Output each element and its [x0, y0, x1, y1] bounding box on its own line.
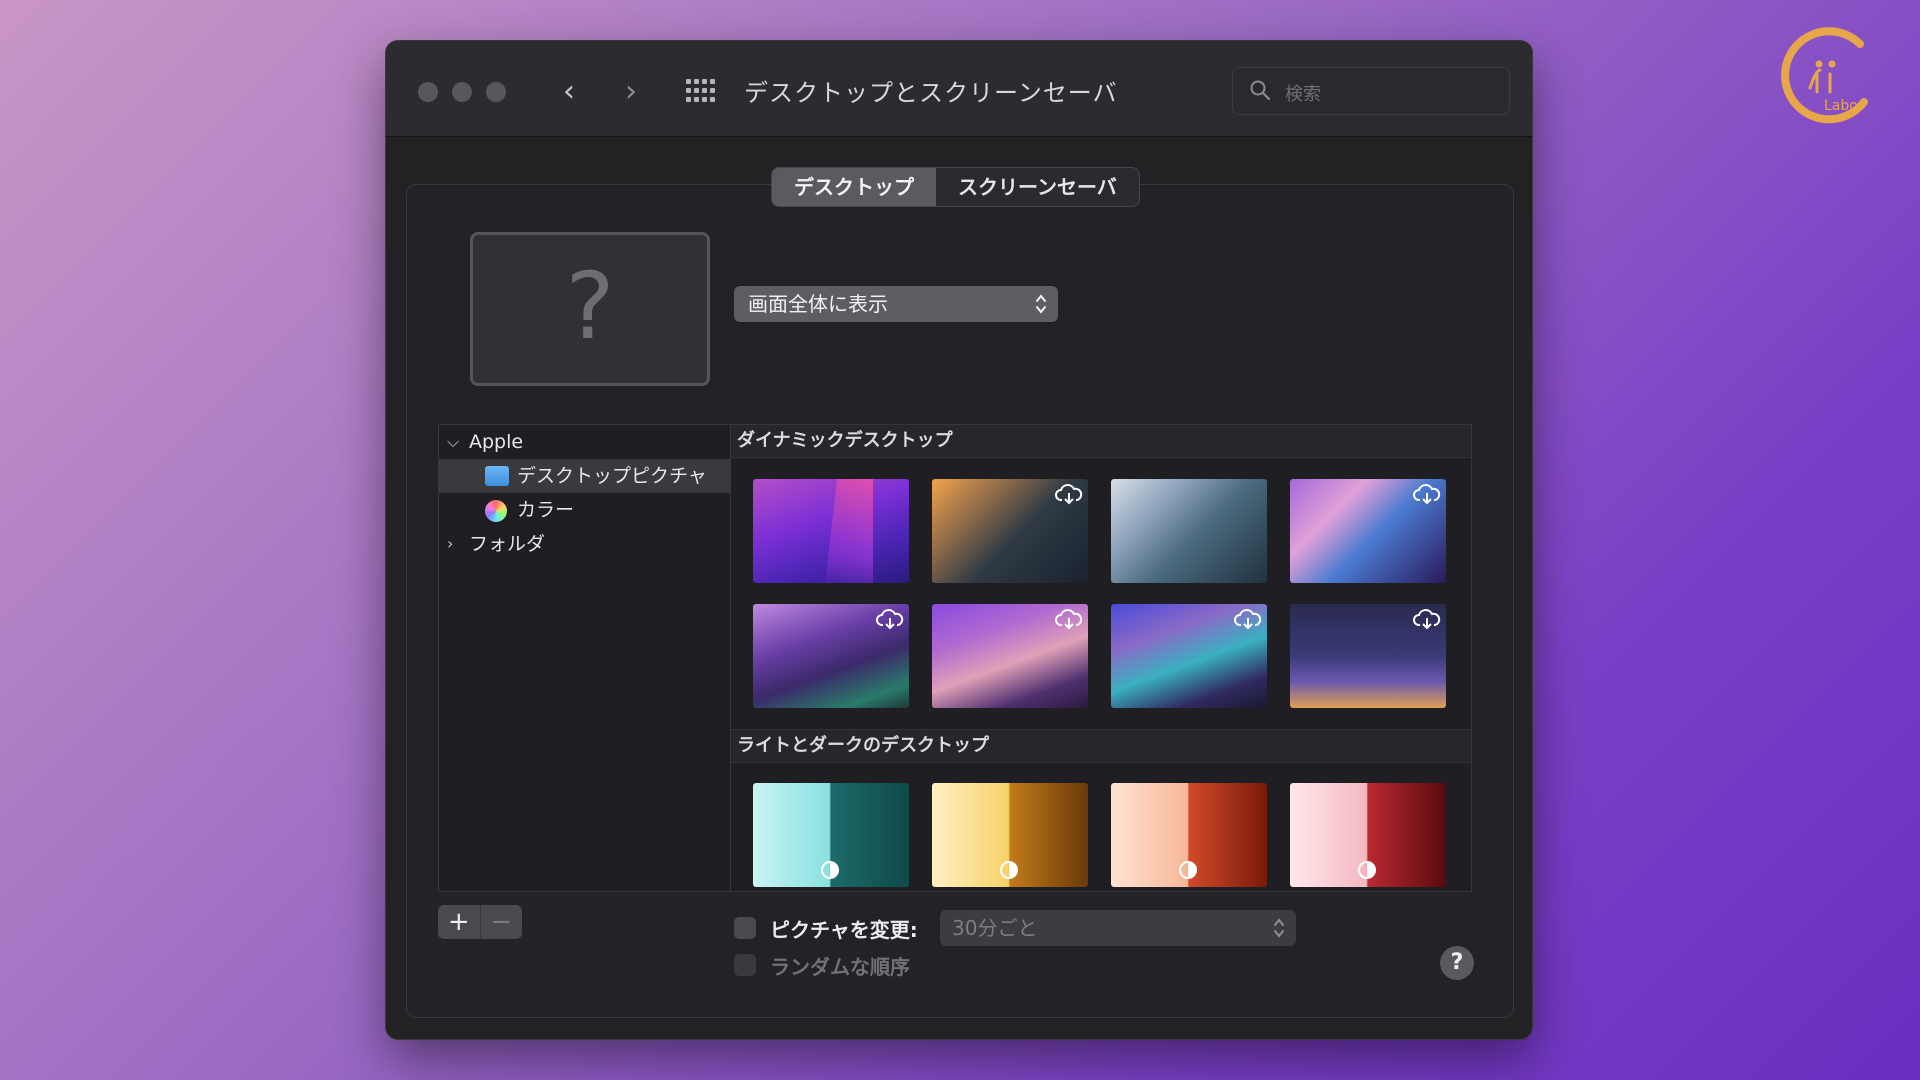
wallpaper-thumb[interactable]	[1111, 479, 1267, 583]
zoom-window-button[interactable]	[486, 82, 506, 102]
section-light-dark: ライトとダークのデスクトップ	[731, 729, 1471, 763]
cloud-download-icon	[1413, 484, 1441, 505]
wallpaper-thumb[interactable]	[1290, 783, 1446, 887]
fit-mode-popup[interactable]: 画面全体に表示	[734, 286, 1058, 322]
fit-mode-value: 画面全体に表示	[748, 292, 888, 316]
add-remove-control: + −	[438, 905, 522, 939]
search-icon	[1250, 80, 1271, 101]
remove-folder-button[interactable]: −	[479, 905, 523, 939]
cloud-download-icon	[1234, 609, 1262, 630]
close-window-button[interactable]	[418, 82, 438, 102]
search-placeholder: 検索	[1285, 84, 1321, 105]
sidebar-item-desktop-pictures[interactable]: デスクトップピクチャ	[439, 459, 730, 493]
minimize-window-button[interactable]	[452, 82, 472, 102]
search-field[interactable]: 検索	[1232, 67, 1510, 115]
cloud-download-icon	[1055, 609, 1083, 630]
light-dark-icon	[1179, 861, 1197, 879]
change-interval-value: 30分ごと	[952, 916, 1038, 940]
wallpaper-thumb[interactable]	[932, 604, 1088, 708]
sidebar-group-apple[interactable]: ⌵ Apple	[439, 425, 730, 459]
wallpaper-thumb[interactable]	[753, 604, 909, 708]
back-chevron-icon[interactable]: ‹	[552, 75, 586, 109]
up-down-chevron-icon	[1036, 294, 1046, 314]
wallpaper-thumb[interactable]	[753, 783, 909, 887]
wallpaper-thumb[interactable]	[932, 479, 1088, 583]
wallpaper-thumb[interactable]	[932, 783, 1088, 887]
folder-icon	[485, 466, 509, 486]
show-all-grid-icon[interactable]	[686, 79, 716, 105]
change-picture-label: ピクチャを変更:	[770, 918, 918, 942]
sidebar-item-colors[interactable]: カラー	[439, 493, 730, 527]
random-order-checkbox[interactable]	[734, 954, 756, 976]
chii-labo-logo: Labo	[1781, 27, 1868, 124]
wallpaper-thumb[interactable]	[1111, 604, 1267, 708]
forward-chevron-icon[interactable]: ›	[614, 75, 648, 109]
desktop-preview: ?	[470, 232, 710, 386]
tab-bar: デスクトップ スクリーンセーバ	[771, 167, 1140, 207]
question-mark-icon: ?	[565, 253, 615, 360]
random-order-label: ランダムな順序	[770, 955, 910, 979]
title-bar: ‹ › デスクトップとスクリーンセーバ 検索	[386, 41, 1532, 137]
change-interval-popup[interactable]: 30分ごと	[940, 910, 1296, 946]
add-folder-button[interactable]: +	[438, 905, 480, 939]
light-dark-icon	[1358, 861, 1376, 879]
chevron-right-icon[interactable]: ›	[447, 527, 453, 561]
change-picture-checkbox[interactable]	[734, 917, 756, 939]
wallpaper-thumb[interactable]	[1111, 783, 1267, 887]
chevron-down-icon[interactable]: ⌵	[447, 425, 459, 459]
light-dark-icon	[821, 861, 839, 879]
sidebar-group-folders[interactable]: › フォルダ	[439, 527, 730, 561]
wallpaper-thumb[interactable]	[1290, 604, 1446, 708]
section-dynamic-desktop: ダイナミックデスクトップ	[731, 425, 1471, 458]
color-wheel-icon	[485, 500, 507, 522]
wallpaper-thumb[interactable]	[753, 479, 909, 583]
light-dark-icon	[1000, 861, 1018, 879]
cloud-download-icon	[876, 609, 904, 630]
source-list: ⌵ Apple デスクトップピクチャ カラー › フォルダ	[438, 424, 730, 892]
cloud-download-icon	[1055, 484, 1083, 505]
window-title: デスクトップとスクリーンセーバ	[744, 79, 1118, 107]
up-down-chevron-icon	[1274, 918, 1284, 938]
tab-screensaver[interactable]: スクリーンセーバ	[936, 168, 1139, 206]
system-preferences-window: ‹ › デスクトップとスクリーンセーバ 検索 デスクトップ スクリーンセーバ ?…	[386, 41, 1532, 1039]
cloud-download-icon	[1413, 609, 1441, 630]
help-button[interactable]: ?	[1440, 946, 1474, 980]
svg-text:Labo: Labo	[1824, 98, 1858, 114]
wallpaper-thumb[interactable]	[1290, 479, 1446, 583]
tab-desktop[interactable]: デスクトップ	[772, 168, 936, 206]
wallpaper-browser: ダイナミックデスクトップ ライトとダークのデスクトップ	[730, 424, 1472, 892]
